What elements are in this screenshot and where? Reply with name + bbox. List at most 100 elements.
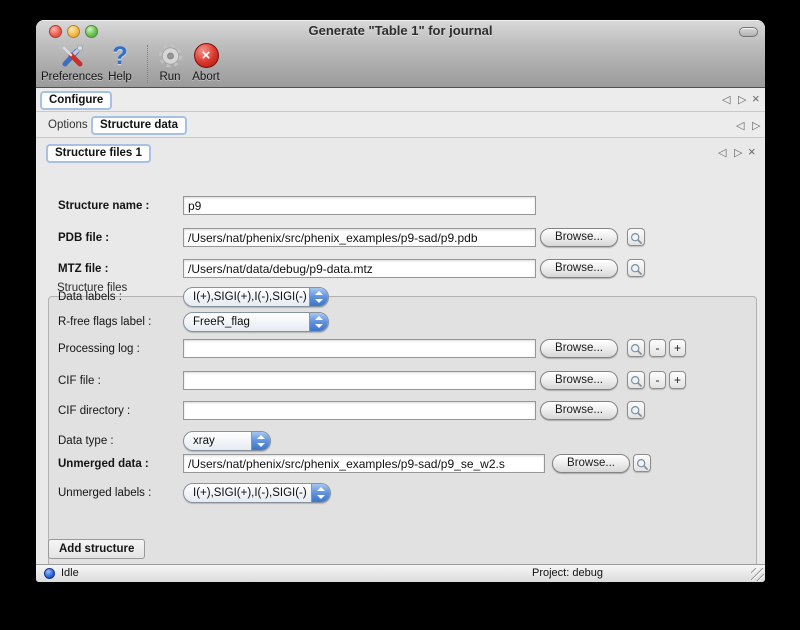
view-cif-directory-button[interactable] [627, 401, 645, 419]
abort-button[interactable]: × Abort [187, 43, 225, 83]
unmerged-labels-popup[interactable]: I(+),SIGI(+),I(-),SIGI(-) [183, 483, 331, 503]
tab-options[interactable]: Options [48, 119, 88, 131]
mtz-file-label: MTZ file : [58, 259, 108, 279]
form-row-data-labels: Data labels : I(+),SIGI(+),I(-),SIGI(-) [36, 287, 765, 307]
cif-directory-label: CIF directory : [58, 401, 130, 421]
add-cif-file-button[interactable]: + [669, 371, 686, 389]
unmerged-labels-value: I(+),SIGI(+),I(-),SIGI(-) [193, 484, 308, 502]
rfree-flags-popup[interactable]: FreeR_flag [183, 312, 329, 332]
view-processing-log-button[interactable] [627, 339, 645, 357]
status-bar: Idle Project: debug [36, 564, 765, 582]
search-icon [630, 232, 643, 245]
project-label: Project: debug [532, 565, 603, 582]
pdb-file-input[interactable] [183, 228, 536, 247]
browse-cif-directory-button[interactable]: Browse... [540, 401, 618, 420]
form-row-rfree-flags: R-free flags label : FreeR_flag [36, 312, 765, 332]
run-label: Run [152, 71, 188, 83]
form-row-cif-directory: CIF directory : Browse... [36, 401, 765, 421]
data-labels-value: I(+),SIGI(+),I(-),SIGI(-) [193, 288, 306, 306]
screenshot-stage: Generate "Table 1" for journal Preferenc… [0, 0, 800, 630]
browse-pdb-button[interactable]: Browse... [540, 228, 618, 247]
help-icon: ? [102, 43, 138, 70]
resize-grip[interactable] [751, 568, 764, 581]
processing-log-label: Processing log : [58, 339, 140, 359]
toolbar-separator [147, 45, 148, 83]
form-row-structure-name: Structure name : [36, 196, 765, 216]
view-pdb-button[interactable] [627, 228, 645, 246]
data-labels-label: Data labels : [58, 287, 122, 307]
toolbar-toggle-button[interactable] [739, 27, 758, 37]
form-row-mtz-file: MTZ file : Browse... [36, 259, 765, 279]
remove-cif-file-button[interactable]: - [649, 371, 666, 389]
view-unmerged-data-button[interactable] [633, 454, 651, 472]
cif-file-input[interactable] [183, 371, 536, 390]
preferences-label: Preferences [38, 71, 106, 83]
browse-mtz-button[interactable]: Browse... [540, 259, 618, 278]
tab-structure-files-1[interactable]: Structure files 1 [46, 144, 151, 163]
form-row-data-type: Data type : xray [36, 431, 765, 451]
nav-back-icon[interactable]: ◁ [722, 94, 730, 106]
help-label: Help [102, 71, 138, 83]
tools-icon [38, 43, 106, 70]
close-pane-icon[interactable]: × [748, 146, 756, 158]
search-icon [630, 375, 643, 388]
pdb-file-label: PDB file : [58, 228, 109, 248]
nav-back-icon[interactable]: ◁ [718, 147, 726, 159]
add-processing-log-button[interactable]: + [669, 339, 686, 357]
status-idle-icon [44, 568, 55, 579]
zoom-window-button[interactable] [85, 25, 98, 38]
search-icon [630, 263, 643, 276]
unmerged-labels-label: Unmerged labels : [58, 483, 151, 503]
popup-arrows-icon [251, 432, 270, 450]
popup-arrows-icon [311, 484, 330, 502]
data-type-label: Data type : [58, 431, 114, 451]
options-tab-strip: Options Structure data ◁ ▷ [36, 113, 765, 138]
rfree-flags-value: FreeR_flag [193, 313, 306, 331]
search-icon [630, 343, 643, 356]
structure-name-input[interactable] [183, 196, 536, 215]
app-window: Generate "Table 1" for journal Preferenc… [36, 20, 765, 582]
unmerged-data-input[interactable] [183, 454, 545, 473]
nav-back-icon[interactable]: ◁ [736, 120, 744, 132]
popup-arrows-icon [309, 313, 328, 331]
close-pane-icon[interactable]: × [752, 93, 760, 105]
tab-structure-data[interactable]: Structure data [91, 116, 187, 135]
minimize-window-button[interactable] [67, 25, 80, 38]
mtz-file-input[interactable] [183, 259, 536, 278]
tab-configure[interactable]: Configure [40, 91, 112, 110]
cif-directory-input[interactable] [183, 401, 536, 420]
close-window-button[interactable] [49, 25, 62, 38]
preferences-button[interactable]: Preferences [38, 43, 106, 83]
form-row-unmerged-labels: Unmerged labels : I(+),SIGI(+),I(-),SIGI… [36, 483, 765, 503]
view-mtz-button[interactable] [627, 259, 645, 277]
title-toolbar: Generate "Table 1" for journal Preferenc… [36, 20, 765, 88]
run-button[interactable]: Run [152, 43, 188, 83]
form-row-pdb-file: PDB file : Browse... [36, 228, 765, 248]
browse-cif-file-button[interactable]: Browse... [540, 371, 618, 390]
cif-file-label: CIF file : [58, 371, 101, 391]
nav-forward-icon[interactable]: ▷ [734, 147, 742, 159]
add-structure-button[interactable]: Add structure [48, 539, 145, 559]
abort-label: Abort [187, 71, 225, 83]
remove-processing-log-button[interactable]: - [649, 339, 666, 357]
form-row-unmerged-data: Unmerged data : Browse... [36, 454, 765, 474]
run-gear-icon [152, 43, 188, 70]
data-type-popup[interactable]: xray [183, 431, 271, 451]
data-labels-popup[interactable]: I(+),SIGI(+),I(-),SIGI(-) [183, 287, 329, 307]
browse-processing-log-button[interactable]: Browse... [540, 339, 618, 358]
window-title: Generate "Table 1" for journal [36, 20, 765, 42]
form-row-cif-file: CIF file : Browse... - + [36, 371, 765, 391]
search-icon [636, 458, 649, 471]
nav-forward-icon[interactable]: ▷ [738, 94, 746, 106]
abort-x-icon: × [194, 43, 219, 68]
view-cif-file-button[interactable] [627, 371, 645, 389]
help-button[interactable]: ? Help [102, 43, 138, 83]
data-type-value: xray [193, 432, 248, 450]
rfree-flags-label: R-free flags label : [58, 312, 151, 332]
search-icon [630, 405, 643, 418]
processing-log-input[interactable] [183, 339, 536, 358]
nav-forward-icon[interactable]: ▷ [752, 120, 760, 132]
configure-tab-strip: Configure ◁ ▷ × [36, 88, 765, 112]
browse-unmerged-data-button[interactable]: Browse... [552, 454, 630, 473]
unmerged-data-label: Unmerged data : [58, 454, 149, 474]
